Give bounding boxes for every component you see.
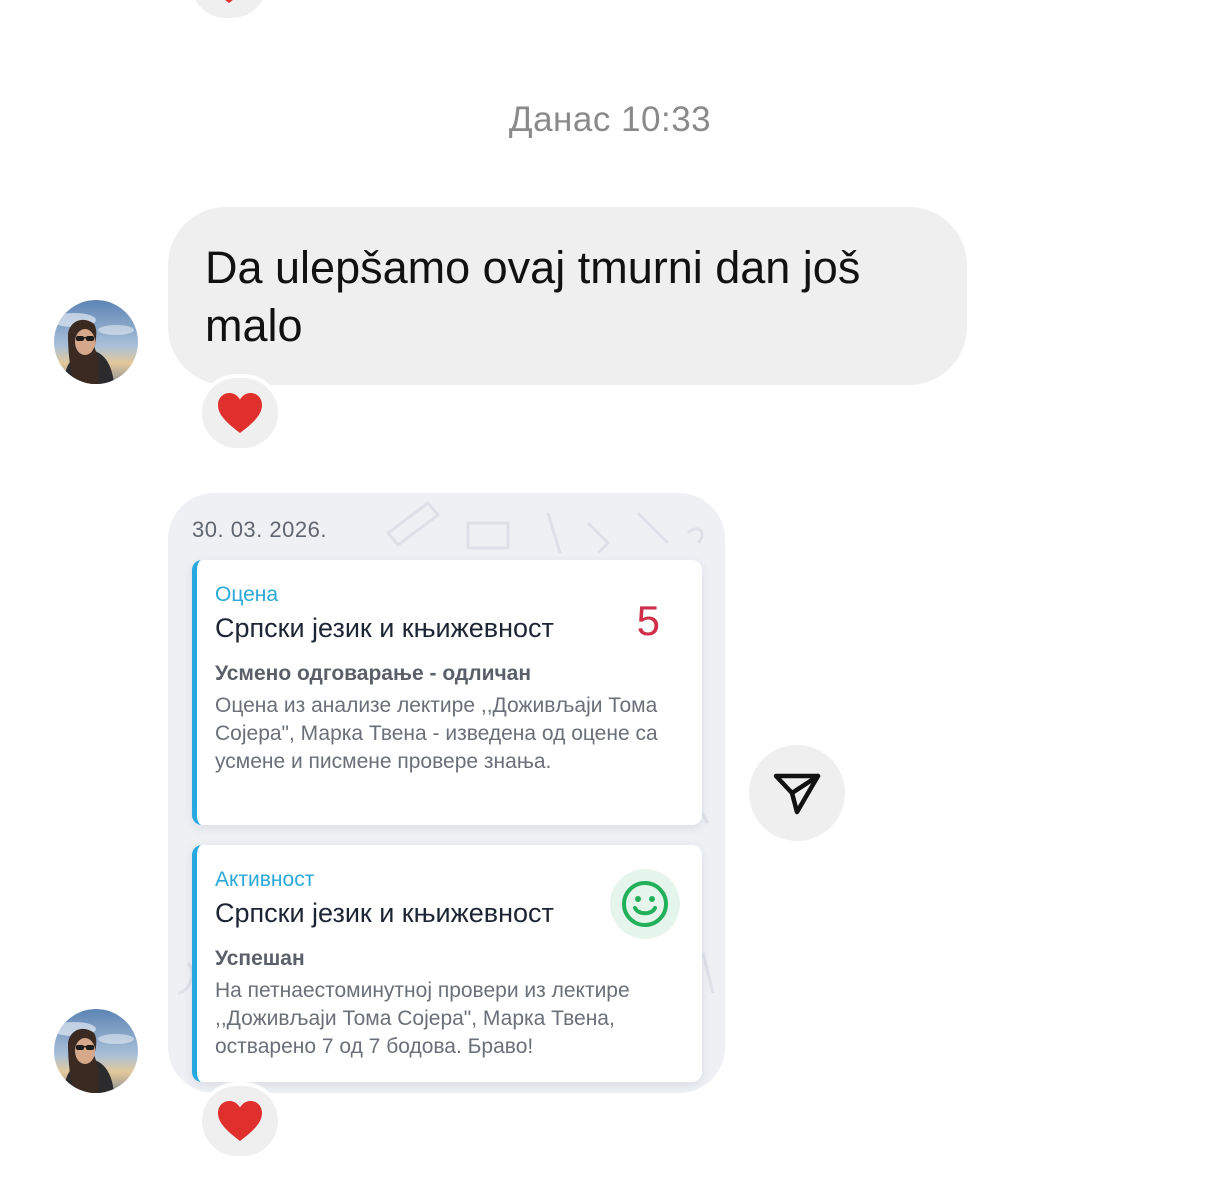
activity-card: Активност Српски језик и књижевност Успе…: [192, 845, 702, 1082]
image-date: 30. 03. 2026.: [192, 517, 327, 542]
heart-icon: [218, 1101, 262, 1141]
image-message[interactable]: 30. 03. 2026. Оцена Српски језик и књиже…: [168, 493, 725, 1093]
heart-icon: [225, 0, 233, 3]
avatar[interactable]: [54, 1009, 138, 1093]
avatar-photo: [54, 300, 138, 384]
avatar[interactable]: [54, 300, 138, 384]
reaction-badge[interactable]: [198, 1082, 282, 1160]
avatar-photo: [54, 1009, 138, 1093]
grade-card: Оцена Српски језик и књижевност 5 Усмено…: [192, 560, 702, 825]
reaction-badge[interactable]: [198, 374, 282, 452]
grade-value: 5: [636, 597, 660, 644]
message-timestamp: Данас 10:33: [508, 100, 712, 139]
card-subject: Српски језик и књижевност: [215, 613, 554, 643]
smiley-badge: [610, 869, 680, 939]
card-description: Оцена из анализе лектире ,,Доживљаји Том…: [215, 694, 658, 773]
card-type-label: Оцена: [215, 583, 279, 606]
smiley-icon: [622, 881, 668, 927]
card-title: Успешан: [215, 947, 305, 970]
message-bubble[interactable]: Da ulepšamo ovaj tmurni dan još malo: [168, 207, 967, 385]
send-icon: [773, 773, 821, 815]
card-description: На петнаестоминутној провери из лектире …: [215, 979, 630, 1058]
card-title: Усмено одговарање - одличан: [215, 662, 532, 685]
share-button[interactable]: [749, 745, 845, 841]
chat-thread: Данас 10:33 Da ulepšamo ovaj tmurni dan …: [0, 0, 1220, 1189]
reaction-badge[interactable]: [187, 0, 271, 22]
heart-icon: [218, 393, 262, 433]
